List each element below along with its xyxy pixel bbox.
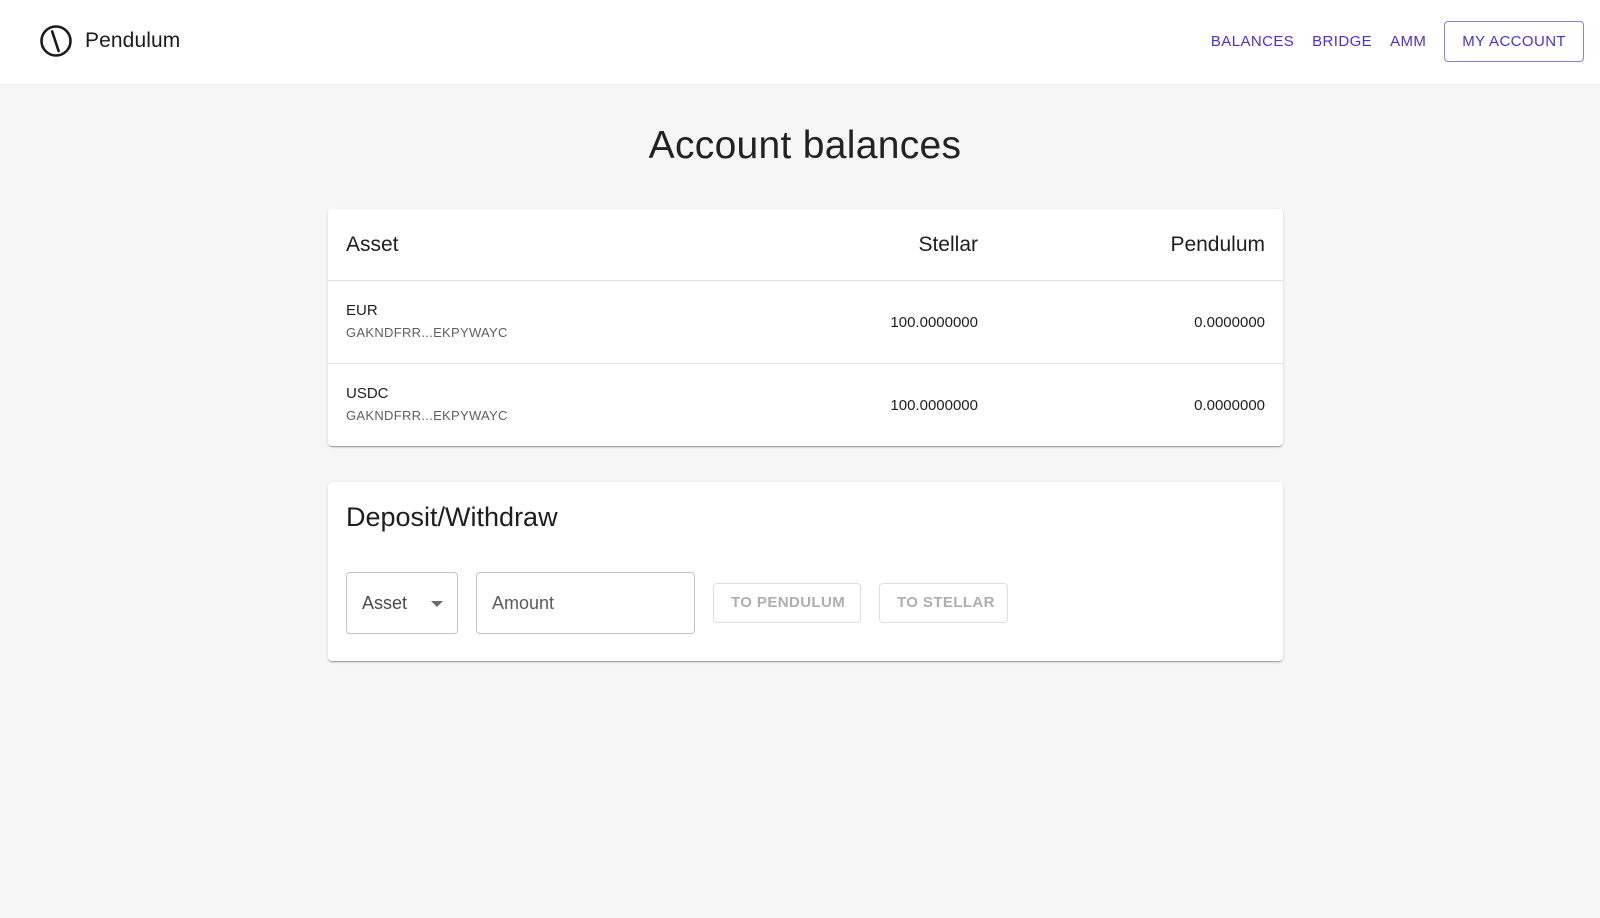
to-stellar-button[interactable]: TO STELLAR xyxy=(879,583,1008,623)
deposit-withdraw-card: Deposit/Withdraw Asset TO PENDULUM TO ST… xyxy=(328,482,1283,661)
to-pendulum-button[interactable]: TO PENDULUM xyxy=(713,583,861,623)
column-header-asset: Asset xyxy=(346,233,399,256)
pendulum-balance: 0.0000000 xyxy=(1194,314,1265,331)
asset-issuer: GAKNDFRR...EKPYWAYC xyxy=(346,408,508,423)
brand[interactable]: Pendulum xyxy=(39,24,180,58)
asset-cell: EUR GAKNDFRR...EKPYWAYC xyxy=(346,301,508,342)
table-row: EUR GAKNDFRR...EKPYWAYC 100.0000000 0.00… xyxy=(328,281,1283,364)
nav-balances-link[interactable]: BALANCES xyxy=(1211,33,1294,50)
nav-amm-link[interactable]: AMM xyxy=(1390,33,1426,50)
pendulum-balance: 0.0000000 xyxy=(1194,397,1265,414)
asset-issuer: GAKNDFRR...EKPYWAYC xyxy=(346,325,508,340)
column-header-stellar: Stellar xyxy=(918,233,978,256)
dropdown-arrow-icon xyxy=(431,601,443,607)
asset-code: EUR xyxy=(346,302,378,319)
app-bar: Pendulum BALANCES BRIDGE AMM MY ACCOUNT xyxy=(0,0,1600,85)
asset-code: USDC xyxy=(346,385,389,402)
asset-cell: USDC GAKNDFRR...EKPYWAYC xyxy=(346,384,508,425)
page-title: Account balances xyxy=(648,124,962,167)
amount-input[interactable] xyxy=(476,572,695,634)
my-account-button[interactable]: MY ACCOUNT xyxy=(1444,21,1584,62)
table-row: USDC GAKNDFRR...EKPYWAYC 100.0000000 0.0… xyxy=(328,364,1283,447)
main-nav: BALANCES BRIDGE AMM MY ACCOUNT xyxy=(1211,21,1584,62)
pendulum-logo-icon xyxy=(40,25,72,57)
nav-bridge-link[interactable]: BRIDGE xyxy=(1312,33,1372,50)
app-name: Pendulum xyxy=(85,29,181,52)
stellar-balance: 100.0000000 xyxy=(890,314,978,331)
table-header-row: Asset Stellar Pendulum xyxy=(328,209,1283,281)
asset-select[interactable]: Asset xyxy=(346,572,458,634)
deposit-withdraw-title: Deposit/Withdraw xyxy=(346,502,558,532)
stellar-balance: 100.0000000 xyxy=(890,397,978,414)
balances-table: Asset Stellar Pendulum EUR GAKNDFRR...EK… xyxy=(328,209,1283,446)
column-header-pendulum: Pendulum xyxy=(1170,233,1265,256)
asset-select-label: Asset xyxy=(362,593,408,613)
